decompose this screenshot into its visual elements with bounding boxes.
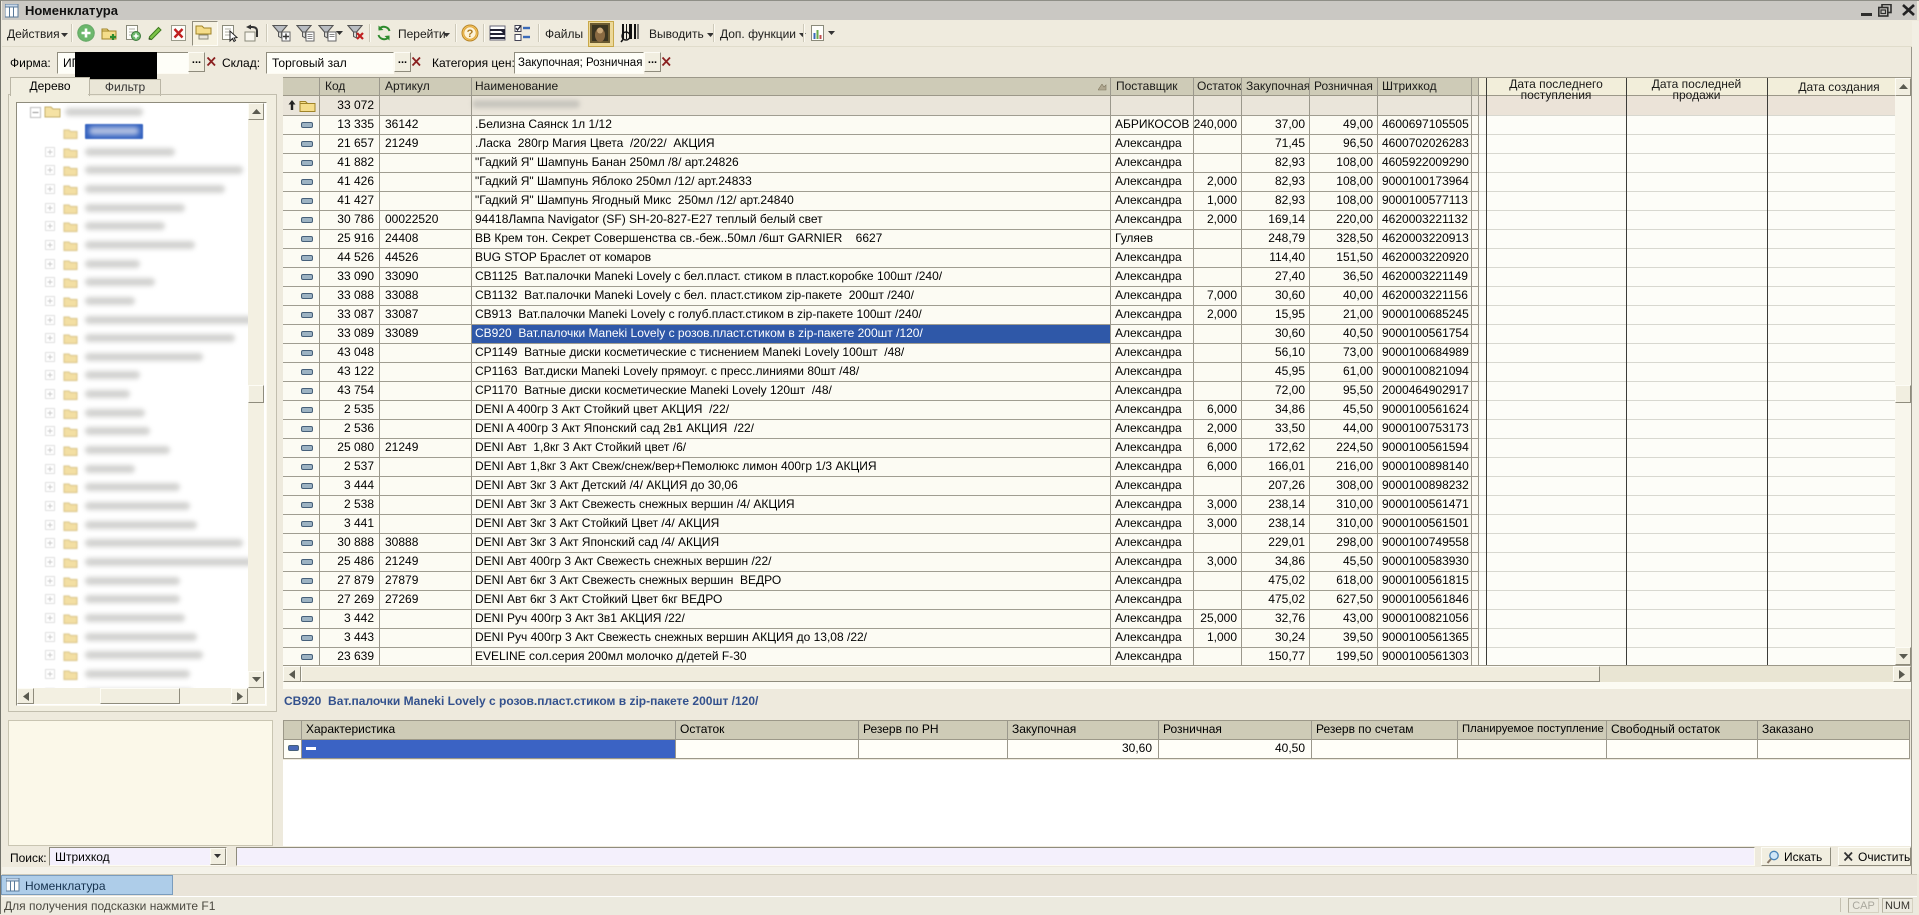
svg-text:?: ?	[467, 28, 474, 40]
